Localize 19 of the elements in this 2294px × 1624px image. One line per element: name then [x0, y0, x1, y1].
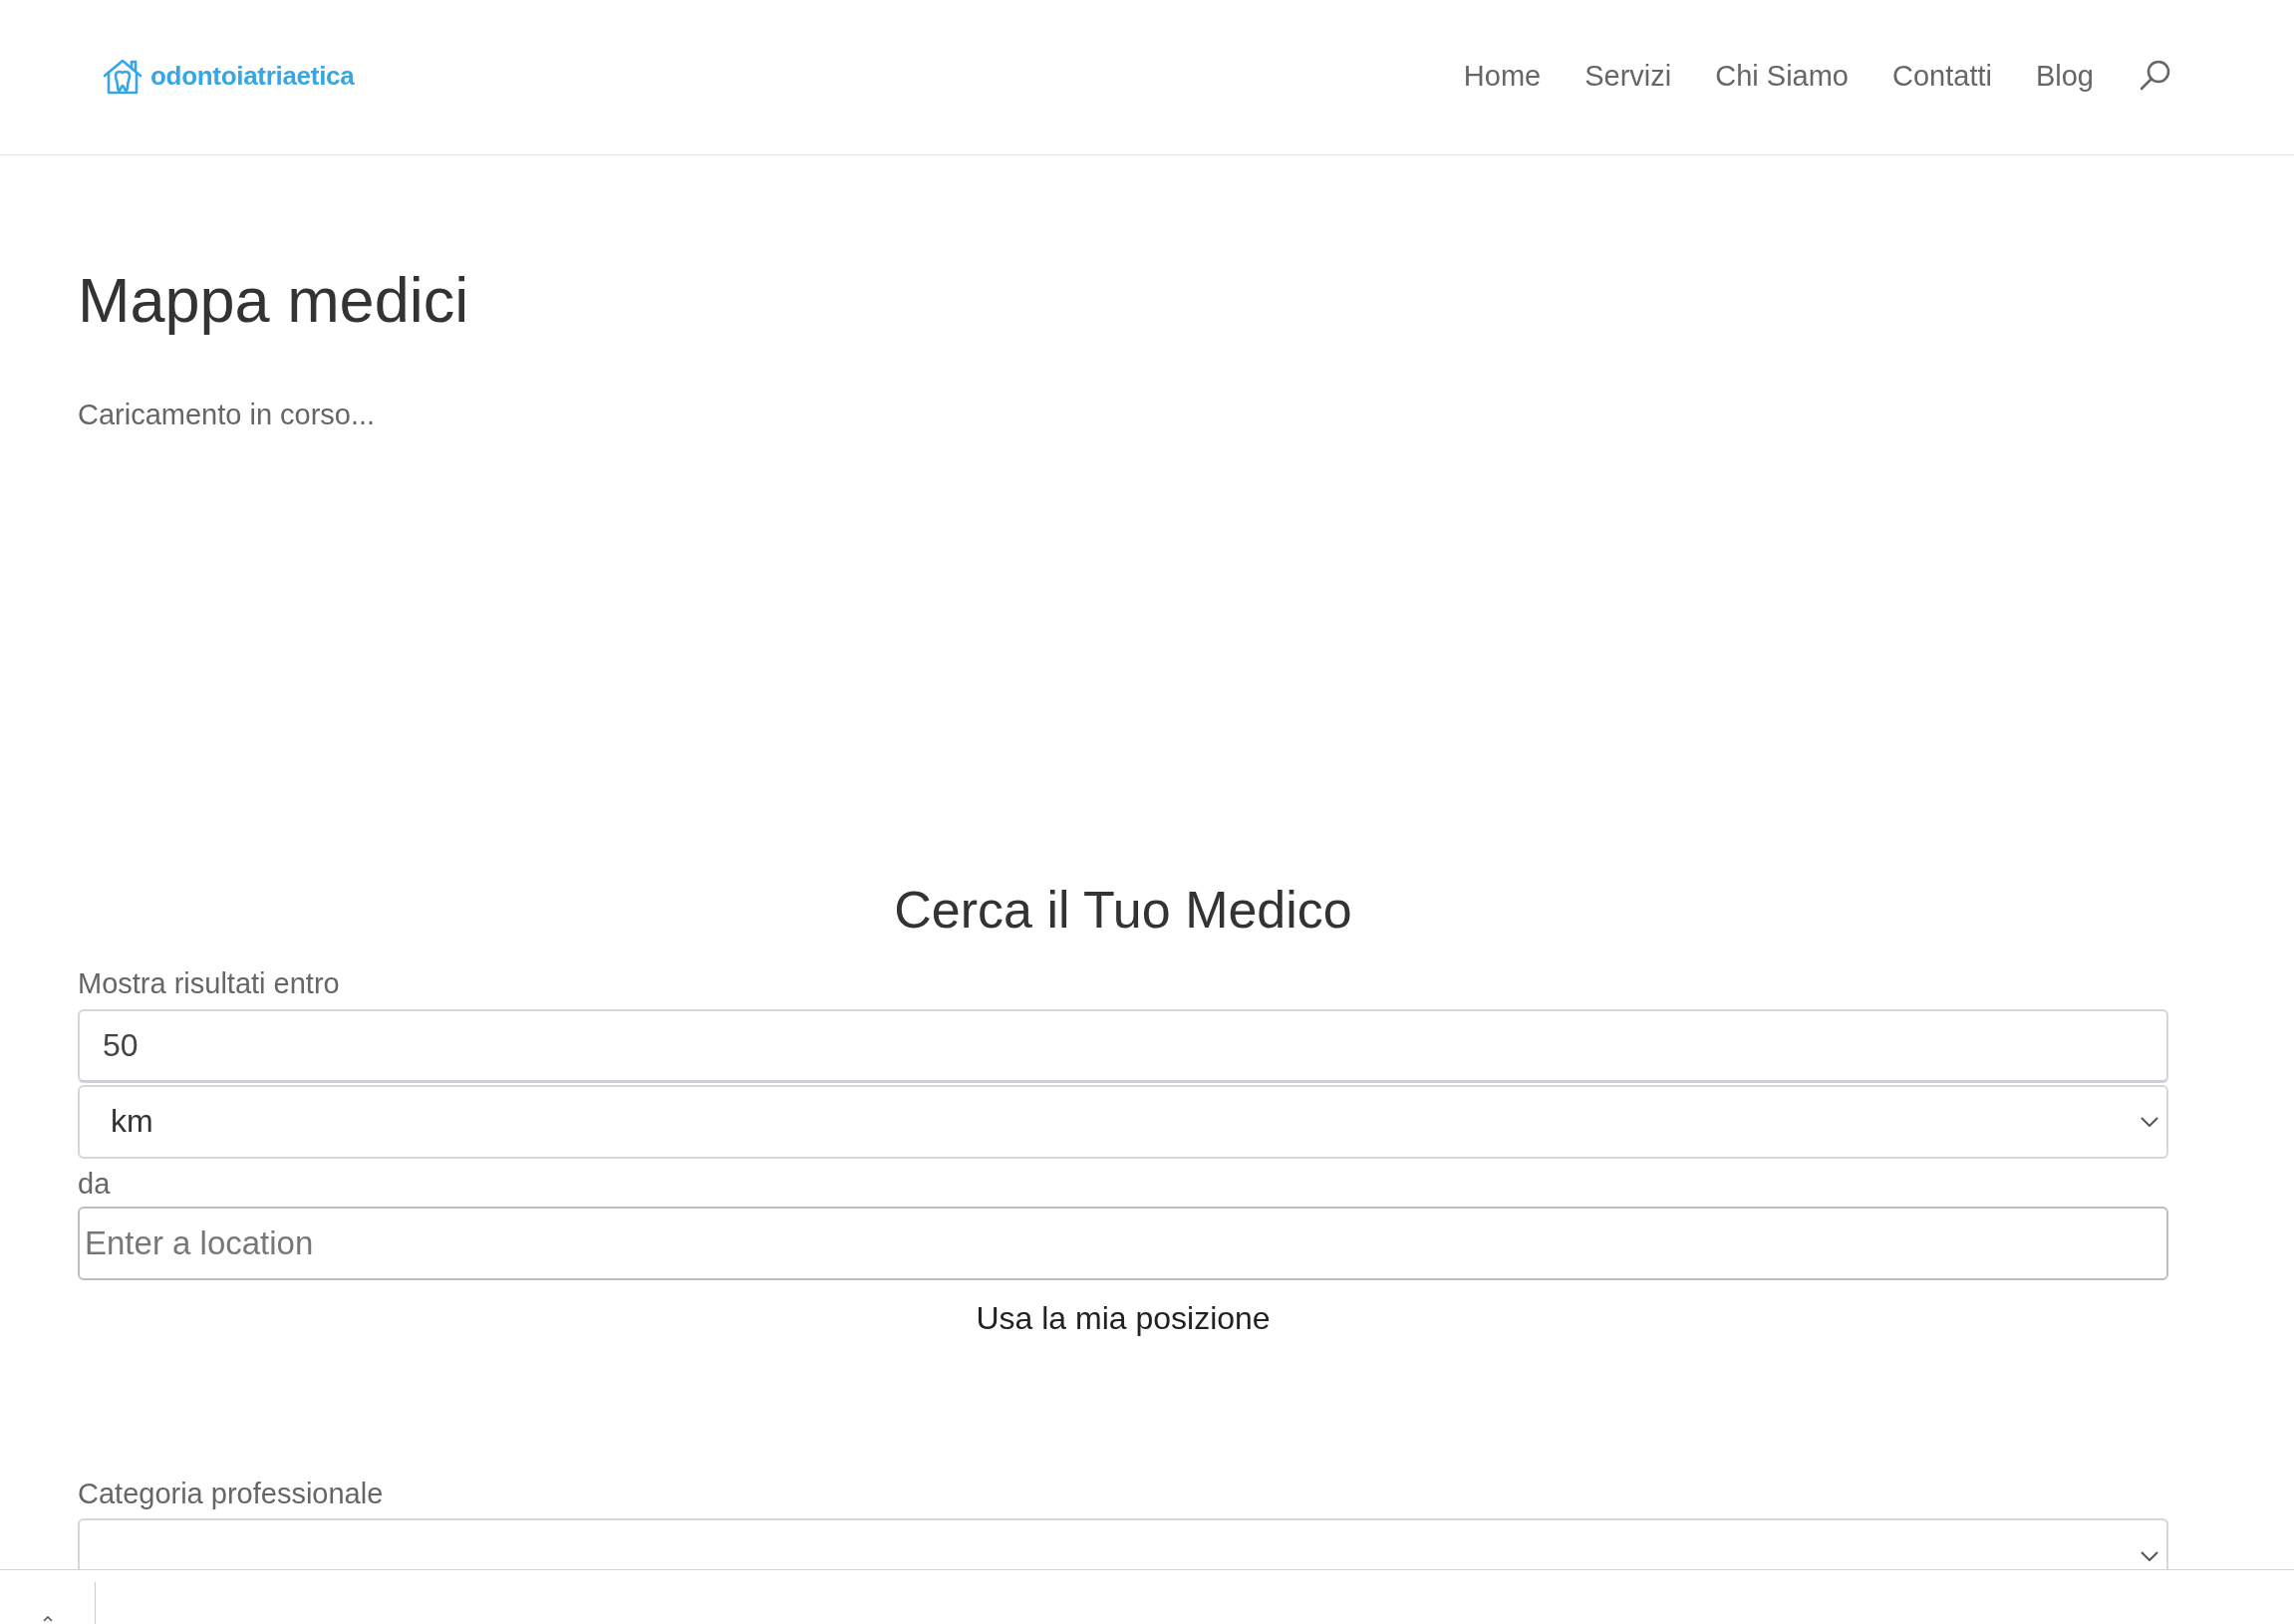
use-my-location-button[interactable]: Usa la mia posizione [968, 1295, 1279, 1342]
form-title: Cerca il Tuo Medico [894, 880, 1352, 942]
nav-link[interactable]: Blog [2035, 59, 2094, 94]
field-label: Categoria professionale [78, 1476, 384, 1511]
field-label: da [78, 1166, 111, 1202]
unit-select[interactable]: km [78, 1084, 2168, 1159]
nav-link[interactable]: Servizi [1584, 59, 1672, 94]
caret-up-icon[interactable] [43, 1616, 53, 1622]
radius-input[interactable]: 50 [78, 1008, 2168, 1083]
field-label: Mostra risultati entro [78, 965, 340, 1001]
chevron-down-icon [2141, 1116, 2158, 1127]
house-tooth-icon [103, 57, 143, 96]
loading-text: Caricamento in corso... [78, 397, 376, 432]
nav-link[interactable]: Chi Siamo [1715, 59, 1849, 94]
location-input[interactable]: Enter a location [78, 1207, 2168, 1281]
nav-link[interactable]: Contatti [1892, 59, 1992, 94]
nav-link[interactable]: Home [1463, 59, 1542, 94]
page-title: Mappa medici [78, 264, 469, 337]
chevron-down-icon [2141, 1550, 2158, 1561]
